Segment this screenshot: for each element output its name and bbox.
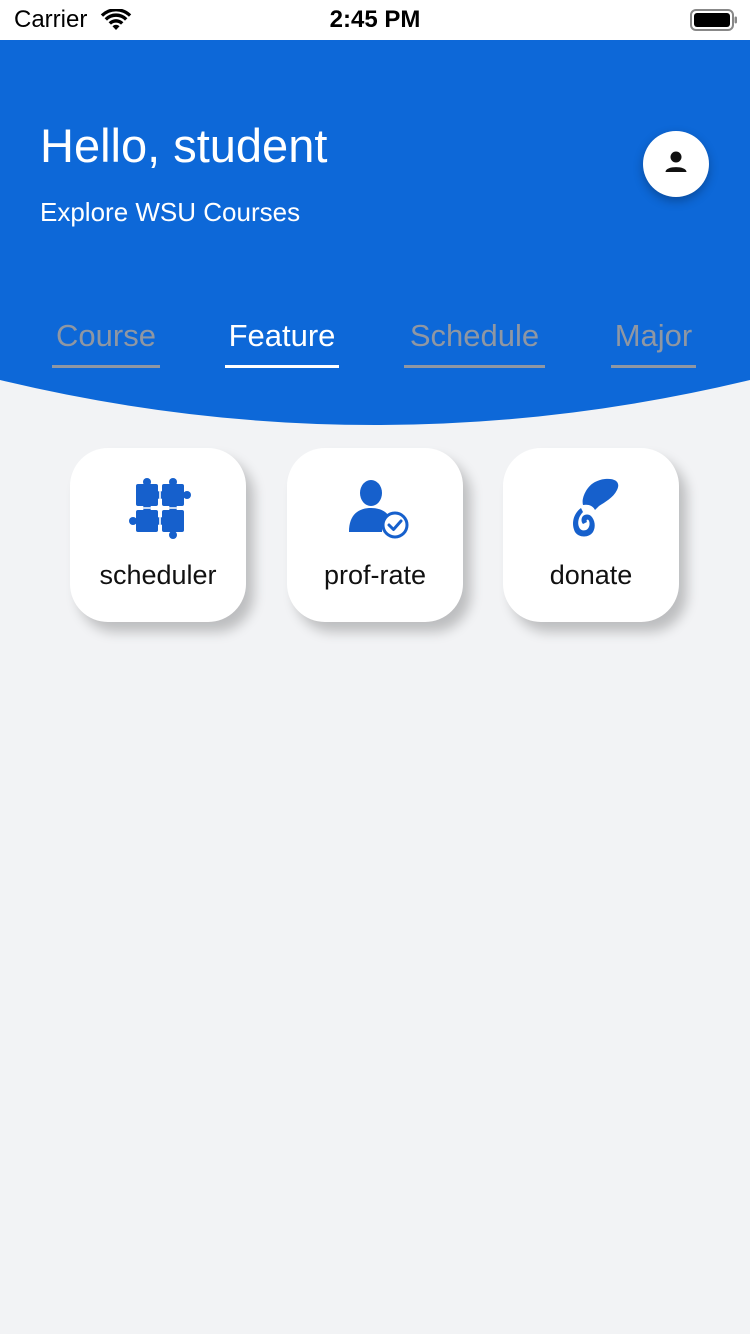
- person-check-icon: [345, 476, 409, 540]
- scheduler-card[interactable]: scheduler: [70, 448, 246, 622]
- donate-label: donate: [549, 560, 633, 590]
- tab-major[interactable]: Major: [611, 316, 696, 368]
- tab-schedule[interactable]: Schedule: [404, 316, 545, 368]
- donate-hand-icon: [561, 476, 625, 540]
- scheduler-label: scheduler: [99, 560, 217, 590]
- tab-feature[interactable]: Feature: [225, 316, 339, 368]
- person-icon: [662, 148, 690, 181]
- header: Hello, student Explore WSU Courses Cours…: [0, 40, 750, 432]
- donate-card[interactable]: donate: [503, 448, 679, 622]
- greeting-title: Hello, student: [40, 119, 328, 172]
- tab-course[interactable]: Course: [52, 316, 160, 368]
- profile-button[interactable]: [643, 131, 709, 197]
- status-bar: Carrier 2:45 PM: [0, 0, 750, 40]
- greeting-subtitle: Explore WSU Courses: [40, 197, 301, 227]
- prof-rate-label: prof-rate: [323, 560, 427, 590]
- battery-icon: [690, 8, 738, 32]
- header-background: [0, 40, 750, 425]
- puzzle-icon: [128, 476, 192, 540]
- clock-time: 2:45 PM: [329, 6, 421, 33]
- prof-rate-card[interactable]: prof-rate: [287, 448, 463, 622]
